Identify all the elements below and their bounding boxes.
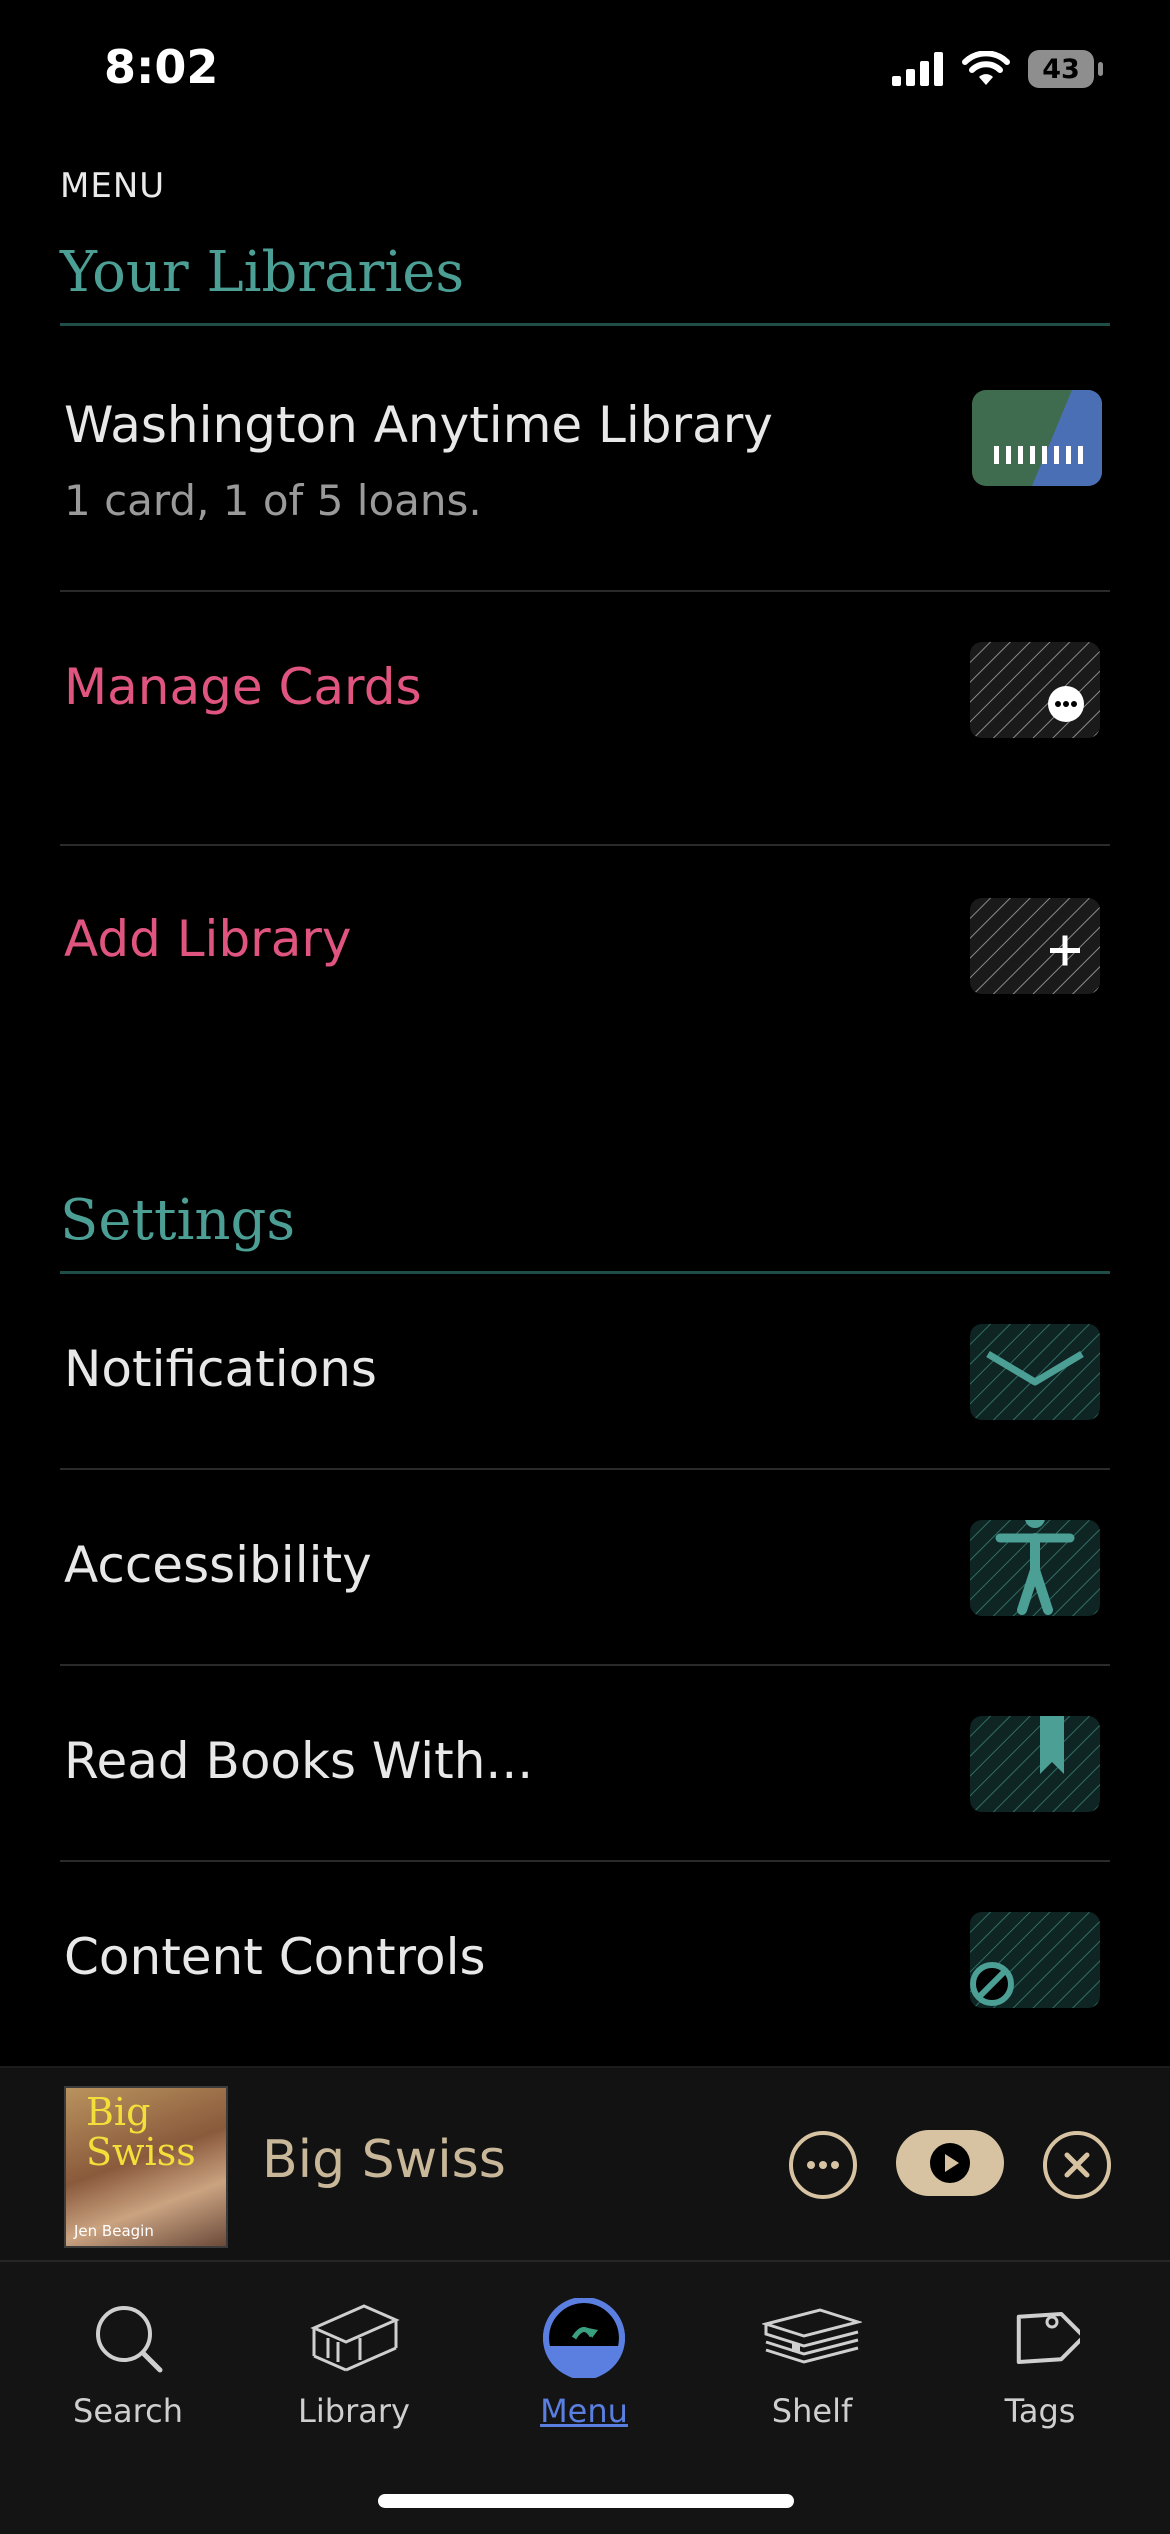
- settings-item-label: Accessibility: [64, 1536, 372, 1594]
- mini-player[interactable]: Big Swiss Jen Beagin Big Swiss: [0, 2066, 1170, 2260]
- signal-icon: [892, 52, 943, 86]
- close-player-button[interactable]: [1042, 2130, 1112, 2200]
- tab-search[interactable]: Search: [28, 2298, 228, 2430]
- status-icons: 43: [892, 50, 1103, 88]
- wifi-icon: [962, 51, 1010, 85]
- settings-item-label: Read Books With...: [64, 1732, 534, 1790]
- settings-item-label: Notifications: [64, 1340, 377, 1398]
- tab-label: Library: [298, 2392, 410, 2430]
- menu-icon: [543, 2297, 625, 2380]
- library-icon: [310, 2304, 400, 2372]
- cover-title: Big Swiss: [86, 2090, 196, 2174]
- library-row[interactable]: Washington Anytime Library 1 card, 1 of …: [60, 326, 1110, 592]
- manage-cards-label: Manage Cards: [64, 658, 422, 716]
- settings-section-title: Settings: [60, 1188, 1110, 1274]
- tab-bar: Search Library Menu Shelf Tags: [0, 2260, 1170, 2534]
- accessibility-icon: [970, 1520, 1100, 1616]
- settings-item-notifications[interactable]: Notifications: [60, 1274, 1110, 1470]
- status-bar: 8:02 43: [0, 0, 1170, 150]
- play-button[interactable]: [896, 2130, 1004, 2196]
- tab-label: Shelf: [771, 2392, 853, 2430]
- tab-label: Tags: [1004, 2392, 1076, 2430]
- page-title: MENU: [60, 166, 166, 206]
- tab-library[interactable]: Library: [254, 2298, 454, 2430]
- library-card-icon: [972, 390, 1102, 486]
- bookmark-icon: [970, 1716, 1100, 1812]
- battery-indicator: 43: [1028, 50, 1103, 88]
- tab-label: Search: [73, 2392, 183, 2430]
- plus-icon: [970, 898, 1100, 994]
- more-dots-icon: [970, 642, 1100, 738]
- cover-author: Jen Beagin: [74, 2222, 154, 2240]
- settings-item-accessibility[interactable]: Accessibility: [60, 1470, 1110, 1666]
- library-name: Washington Anytime Library: [64, 396, 773, 454]
- manage-cards-row[interactable]: Manage Cards: [60, 592, 1110, 846]
- tab-label: Menu: [540, 2392, 628, 2430]
- status-time: 8:02: [104, 40, 219, 94]
- settings-item-label: Content Controls: [64, 1928, 486, 1986]
- play-icon: [930, 2143, 970, 2183]
- library-detail: 1 card, 1 of 5 loans.: [64, 476, 482, 525]
- add-library-row[interactable]: Add Library: [60, 846, 1110, 1098]
- settings-item-content-controls[interactable]: Content Controls: [60, 1862, 1110, 2056]
- tab-menu[interactable]: Menu: [484, 2297, 684, 2430]
- shelf-icon: [760, 2308, 864, 2364]
- menu-content: Your Libraries Washington Anytime Librar…: [60, 240, 1110, 2056]
- envelope-icon: [970, 1324, 1100, 1420]
- book-cover[interactable]: Big Swiss Jen Beagin: [64, 2086, 228, 2248]
- block-icon: [970, 1912, 1100, 2008]
- search-icon: [96, 2306, 163, 2373]
- libraries-section-title: Your Libraries: [60, 240, 1110, 326]
- tab-shelf[interactable]: Shelf: [712, 2298, 912, 2430]
- tag-icon: [1016, 2311, 1086, 2365]
- home-indicator[interactable]: [378, 2494, 794, 2508]
- player-title: Big Swiss: [262, 2130, 506, 2190]
- settings-item-read-books-with[interactable]: Read Books With...: [60, 1666, 1110, 1862]
- add-library-label: Add Library: [64, 910, 352, 968]
- tab-tags[interactable]: Tags: [940, 2298, 1140, 2430]
- more-options-button[interactable]: [788, 2130, 858, 2200]
